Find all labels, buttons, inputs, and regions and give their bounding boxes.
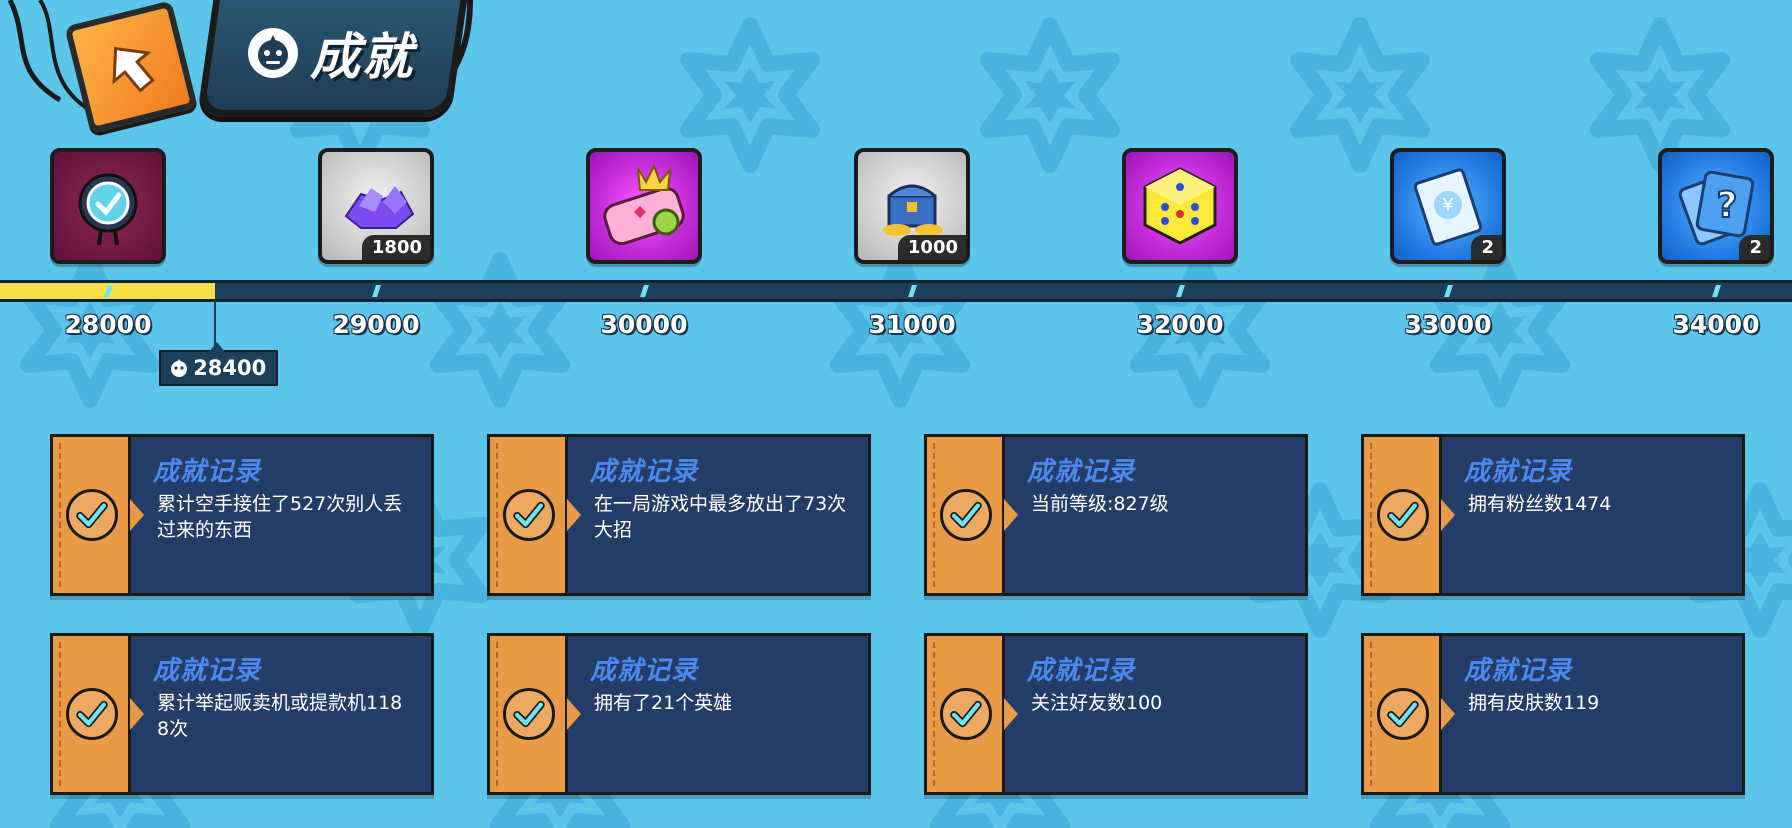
achievement-text: 当前等级:827级 — [1031, 493, 1169, 515]
achievement-text: 拥有粉丝数1474 — [1468, 493, 1612, 515]
back-arrow-icon — [112, 46, 155, 93]
reward-item[interactable] — [586, 148, 702, 264]
achievement-card[interactable]: 成就记录关注好友数100 — [924, 633, 1308, 795]
achievement-card[interactable]: 成就记录累计空手接住了527次别人丢过来的东西 — [50, 434, 434, 596]
checkmark-icon — [66, 688, 118, 740]
milestone-label: 33000 — [1404, 310, 1492, 339]
achievement-card[interactable]: 成就记录当前等级:827级 — [924, 434, 1308, 596]
reward-item[interactable]: 1800 — [318, 148, 434, 264]
achievement-text: 在一局游戏中最多放出了73次大招 — [594, 493, 847, 541]
achievement-text: 累计举起贩卖机或提款机1188次 — [157, 692, 403, 740]
header: 成就 — [0, 0, 500, 134]
achievement-mascot-icon — [248, 28, 298, 78]
score-mascot-icon — [171, 359, 188, 377]
achievement-text: 关注好友数100 — [1031, 692, 1163, 714]
progress-pointer-line — [214, 300, 217, 346]
page-title: 成就 — [310, 28, 414, 86]
reward-item[interactable]: 1000 — [854, 148, 970, 264]
crown-skin-icon — [590, 152, 698, 260]
milestone-tick — [640, 285, 649, 297]
checked-avatar-icon — [54, 152, 162, 260]
achievement-card[interactable]: 成就记录拥有粉丝数1474 — [1361, 434, 1745, 596]
reward-item[interactable]: ¥2 — [1390, 148, 1506, 264]
milestone-tick — [1444, 285, 1453, 297]
achievement-title: 成就记录 — [590, 457, 699, 487]
checkmark-icon — [503, 688, 555, 740]
reward-count: 2 — [1471, 235, 1502, 260]
checkmark-icon — [66, 489, 118, 541]
current-score-marker: 28400 — [159, 342, 279, 386]
milestone-label: 32000 — [1136, 310, 1224, 339]
reward-item[interactable] — [50, 148, 166, 264]
milestone-tick — [1176, 285, 1185, 297]
achievement-title: 成就记录 — [153, 656, 262, 686]
reward-count: 1800 — [361, 235, 430, 260]
reward-count: 1000 — [897, 235, 966, 260]
milestone-label: 34000 — [1672, 310, 1760, 339]
svg-text:¥: ¥ — [1442, 195, 1453, 216]
achievement-title: 成就记录 — [590, 656, 699, 686]
reward-item[interactable]: ? 2 — [1658, 148, 1774, 264]
reward-item[interactable] — [1122, 148, 1238, 264]
checkmark-icon — [940, 489, 992, 541]
achievement-title: 成就记录 — [1027, 457, 1136, 487]
achievement-card[interactable]: 成就记录在一局游戏中最多放出了73次大招 — [487, 434, 871, 596]
achievement-title: 成就记录 — [1464, 457, 1573, 487]
reward-count: 2 — [1739, 235, 1770, 260]
achievement-card[interactable]: 成就记录拥有皮肤数119 — [1361, 633, 1745, 795]
dice-icon — [1126, 152, 1234, 260]
milestone-tick — [1712, 285, 1721, 297]
checkmark-icon — [1377, 688, 1429, 740]
milestone-label: 29000 — [332, 310, 420, 339]
milestone-label: 30000 — [600, 310, 688, 339]
checkmark-icon — [940, 688, 992, 740]
checkmark-icon — [1377, 489, 1429, 541]
achievement-title: 成就记录 — [1464, 656, 1573, 686]
achievement-title: 成就记录 — [153, 457, 262, 487]
milestone-label: 31000 — [868, 310, 956, 339]
milestone-label: 28000 — [64, 310, 152, 339]
achievement-text: 拥有了21个英雄 — [594, 692, 733, 714]
achievement-title: 成就记录 — [1027, 656, 1136, 686]
milestone-tick — [372, 285, 381, 297]
svg-text:?: ? — [1717, 185, 1738, 226]
achievement-card[interactable]: 成就记录累计举起贩卖机或提款机1188次 — [50, 633, 434, 795]
achievement-card[interactable]: 成就记录拥有了21个英雄 — [487, 633, 871, 795]
achievement-text: 累计空手接住了527次别人丢过来的东西 — [157, 493, 403, 541]
achievement-text: 拥有皮肤数119 — [1468, 692, 1600, 714]
milestone-tick — [908, 285, 917, 297]
current-score: 28400 — [193, 356, 267, 380]
checkmark-icon — [503, 489, 555, 541]
progress-track — [0, 280, 1792, 302]
title-wrap: 成就 — [248, 18, 414, 88]
